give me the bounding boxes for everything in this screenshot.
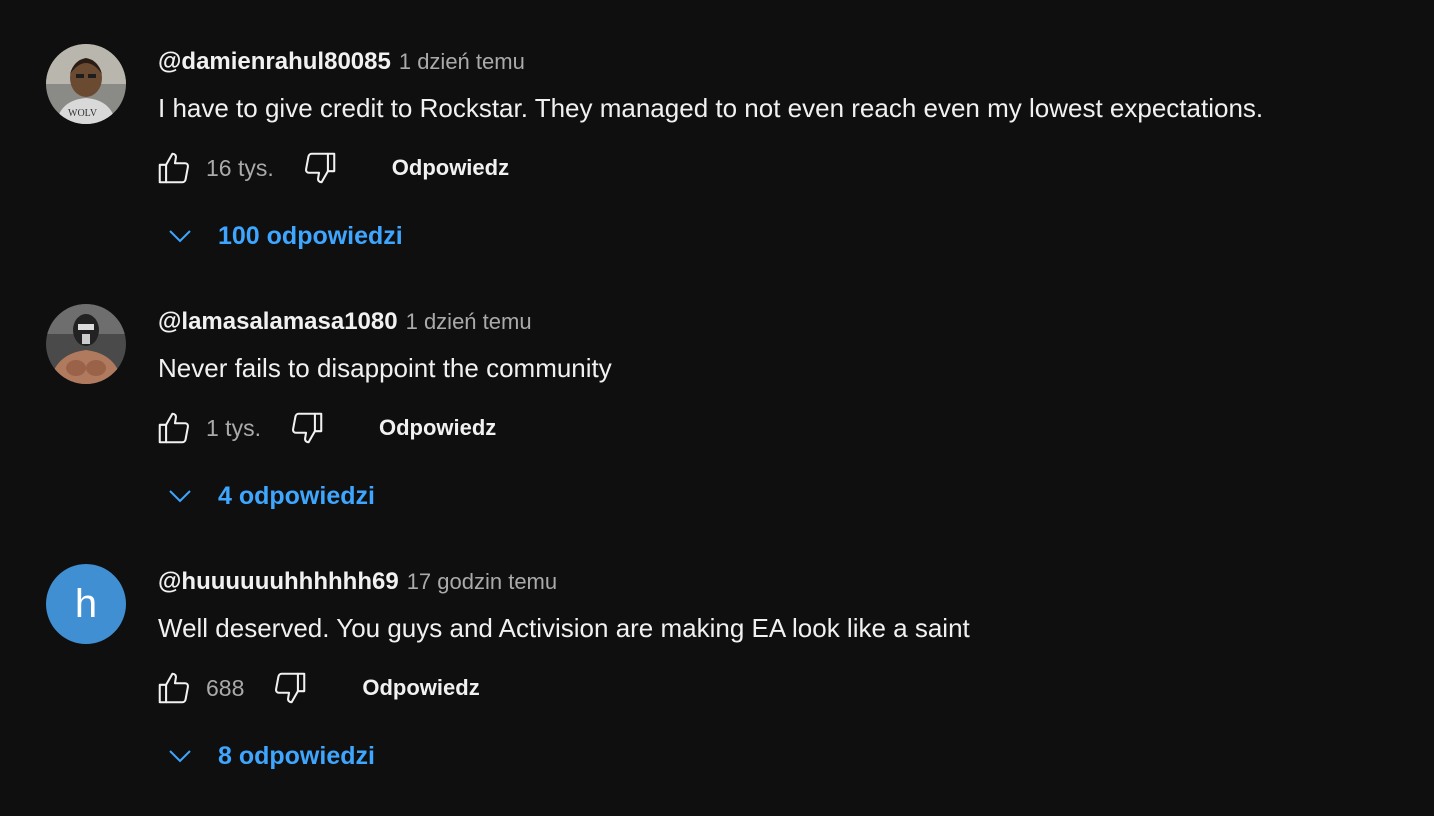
like-count: 1 tys.	[206, 414, 261, 441]
reply-button[interactable]: Odpowiedz	[362, 675, 479, 701]
chevron-down-icon	[162, 738, 198, 774]
view-replies-button[interactable]: 4 odpowiedzi	[162, 476, 375, 516]
replies-count-label: 100 odpowiedzi	[218, 221, 403, 250]
comment-author[interactable]: @damienrahul80085	[158, 48, 391, 75]
dislike-button[interactable]	[300, 148, 340, 188]
comment-author[interactable]: @lamasalamasa1080	[158, 308, 398, 335]
comment-actions: 688 Odpowiedz	[154, 668, 480, 708]
thumbs-down-icon	[304, 152, 336, 184]
like-button[interactable]	[154, 148, 194, 188]
chevron-down-icon	[162, 478, 198, 514]
dislike-button[interactable]	[287, 408, 327, 448]
thumbs-down-icon	[275, 672, 306, 704]
comment-text: Never fails to disappoint the community	[158, 353, 612, 383]
like-button[interactable]	[154, 668, 194, 708]
reply-button[interactable]: Odpowiedz	[379, 415, 496, 441]
reply-button[interactable]: Odpowiedz	[392, 155, 509, 181]
replies-count-label: 4 odpowiedzi	[218, 481, 375, 510]
dislike-button[interactable]	[270, 668, 310, 708]
comment-author[interactable]: @huuuuuuhhhhhh69	[158, 568, 399, 595]
comment-header: @huuuuuuhhhhhh69 17 godzin temu	[158, 567, 557, 597]
thumbs-down-icon	[291, 412, 323, 444]
comment-thread: @lamasalamasa1080 1 dzień temu Never fail…	[0, 260, 1434, 520]
comment-thread: h @huuuuuuhhhhhh69 17 godzin temu Well de…	[0, 520, 1434, 780]
comment-header: @damienrahul80085 1 dzień temu	[158, 47, 525, 77]
comment-timestamp[interactable]: 1 dzień temu	[406, 309, 532, 334]
replies-count-label: 8 odpowiedzi	[218, 741, 375, 770]
comment-thread: WOLV @damienrahul80085 1 dzień temu I hav…	[0, 0, 1434, 260]
like-count: 688	[206, 674, 245, 701]
chevron-down-icon	[162, 218, 198, 254]
avatar[interactable]	[46, 304, 126, 384]
comment-timestamp[interactable]: 1 dzień temu	[399, 49, 525, 74]
comment-text: Well deserved. You guys and Activision a…	[158, 613, 970, 643]
avatar-letter: h	[74, 582, 98, 626]
like-button[interactable]	[154, 408, 194, 448]
avatar[interactable]: h	[46, 564, 126, 644]
comment-actions: 16 tys. Odpowiedz	[154, 148, 509, 188]
svg-text:WOLV: WOLV	[68, 108, 98, 119]
thumbs-up-icon	[158, 672, 190, 704]
like-count: 16 tys.	[206, 154, 274, 181]
comment-header: @lamasalamasa1080 1 dzień temu	[158, 307, 532, 337]
view-replies-button[interactable]: 100 odpowiedzi	[162, 216, 403, 256]
thumbs-up-icon	[158, 152, 190, 184]
view-replies-button[interactable]: 8 odpowiedzi	[162, 736, 375, 776]
comment-text: I have to give credit to Rockstar. They …	[158, 93, 1264, 123]
comment-actions: 1 tys. Odpowiedz	[154, 408, 496, 448]
thumbs-up-icon	[158, 412, 190, 444]
comment-timestamp[interactable]: 17 godzin temu	[407, 569, 557, 594]
avatar[interactable]: WOLV	[46, 44, 126, 124]
